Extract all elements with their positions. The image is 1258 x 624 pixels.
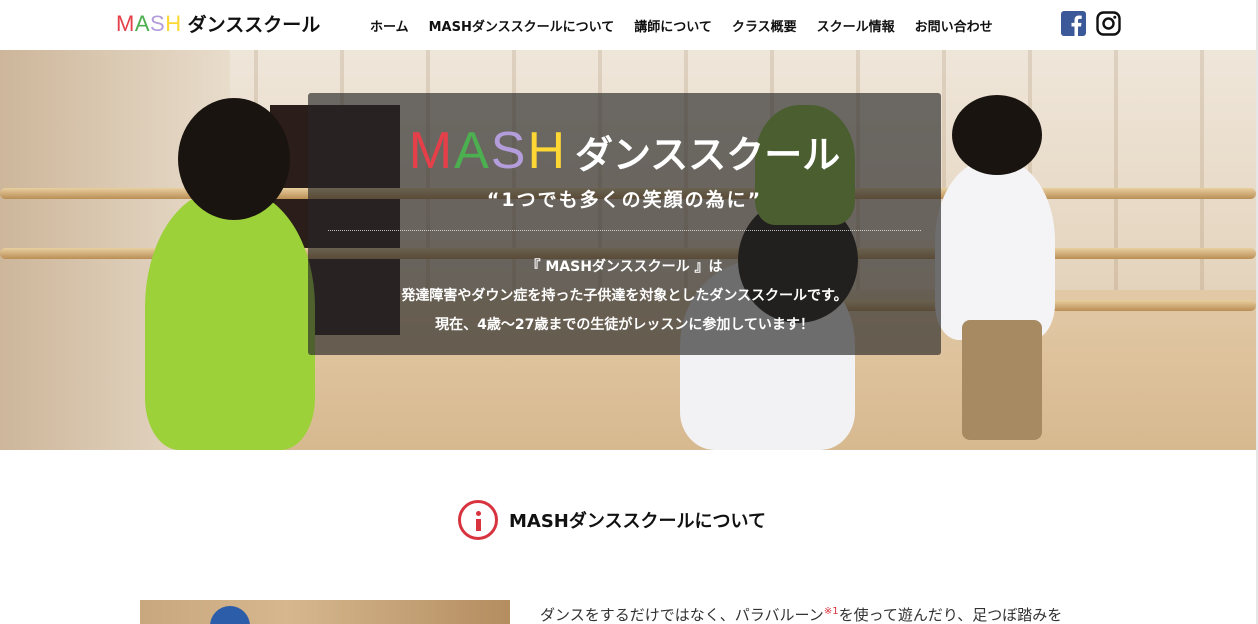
hero-logo-letter-h: H [527,122,567,180]
logo-text: ダンススクール [187,14,321,36]
hero-logo-letter-m: M [408,122,455,180]
info-icon [458,500,498,540]
hero-logo-text: ダンススクール [575,133,841,177]
logo-letter-a: A [134,11,151,36]
nav-classes[interactable]: クラス概要 [732,16,797,35]
hero-logo: MASH ダンススクール [308,121,941,181]
nav-contact[interactable]: お問い合わせ [915,16,993,35]
hero-banner: MASH ダンススクール “1つでも多くの笑顔の為に” 『 MASHダンススクール… [0,50,1256,450]
hero-child-hair [178,98,290,220]
hero-description-line: 『 MASHダンススクール 』は [526,259,723,275]
nav-instructors[interactable]: 講師について [634,16,712,35]
paragraph-text: を使って遊んだり、足つぼ踏みを [838,606,1063,624]
nav-school-info[interactable]: スクール情報 [817,16,895,35]
section-heading: MASHダンススクールについて [458,500,766,540]
facebook-icon[interactable] [1061,11,1086,36]
hero-catchphrase: “1つでも多くの笑顔の為に” [486,189,763,211]
hero-child-right [935,160,1055,340]
section-photo [140,600,510,624]
site-header: M A S H ダンススクール ホーム MASHダンススクールについて 講師につ… [0,0,1258,50]
hero-child-hair [952,95,1042,175]
footnote-marker[interactable]: ※1 [824,606,839,617]
main-nav: ホーム MASHダンススクールについて 講師について クラス概要 スクール情報 … [360,0,1003,50]
nav-home[interactable]: ホーム [370,16,409,35]
hero-child-right-legs [962,320,1042,440]
hero-divider [328,230,921,231]
site-logo[interactable]: M A S H ダンススクール [116,10,320,40]
section-paragraph: ダンスをするだけではなく、パラバルーン※1を使って遊んだり、足つぼ踏みを [540,604,1062,624]
logo-letter-s: S [150,11,166,36]
instagram-icon[interactable] [1096,11,1121,36]
hero-description-line: 発達障害やダウン症を持った子供達を対象としたダンススクールです。 [401,288,848,304]
photo-subject [210,606,250,624]
logo-letter-h: H [165,11,182,36]
hero-logo-letter-a: A [454,122,491,180]
hero-logo-letter-s: S [490,122,528,180]
hero-description-line: 現在、4歳〜27歳までの生徒がレッスンに参加しています！ [435,317,814,333]
hero-text-panel: MASH ダンススクール “1つでも多くの笑顔の為に” 『 MASHダンススクール… [308,93,941,355]
social-links [1061,11,1121,36]
nav-about[interactable]: MASHダンススクールについて [429,16,615,35]
paragraph-text: ダンスをするだけではなく、パラバルーン [540,606,824,624]
hero-description: 『 MASHダンススクール 』は 発達障害やダウン症を持った子供達を対象としたダ… [308,253,941,340]
logo-letter-m: M [116,11,135,36]
section-title: MASHダンススクールについて [509,511,766,532]
hero-child-green [145,190,315,450]
